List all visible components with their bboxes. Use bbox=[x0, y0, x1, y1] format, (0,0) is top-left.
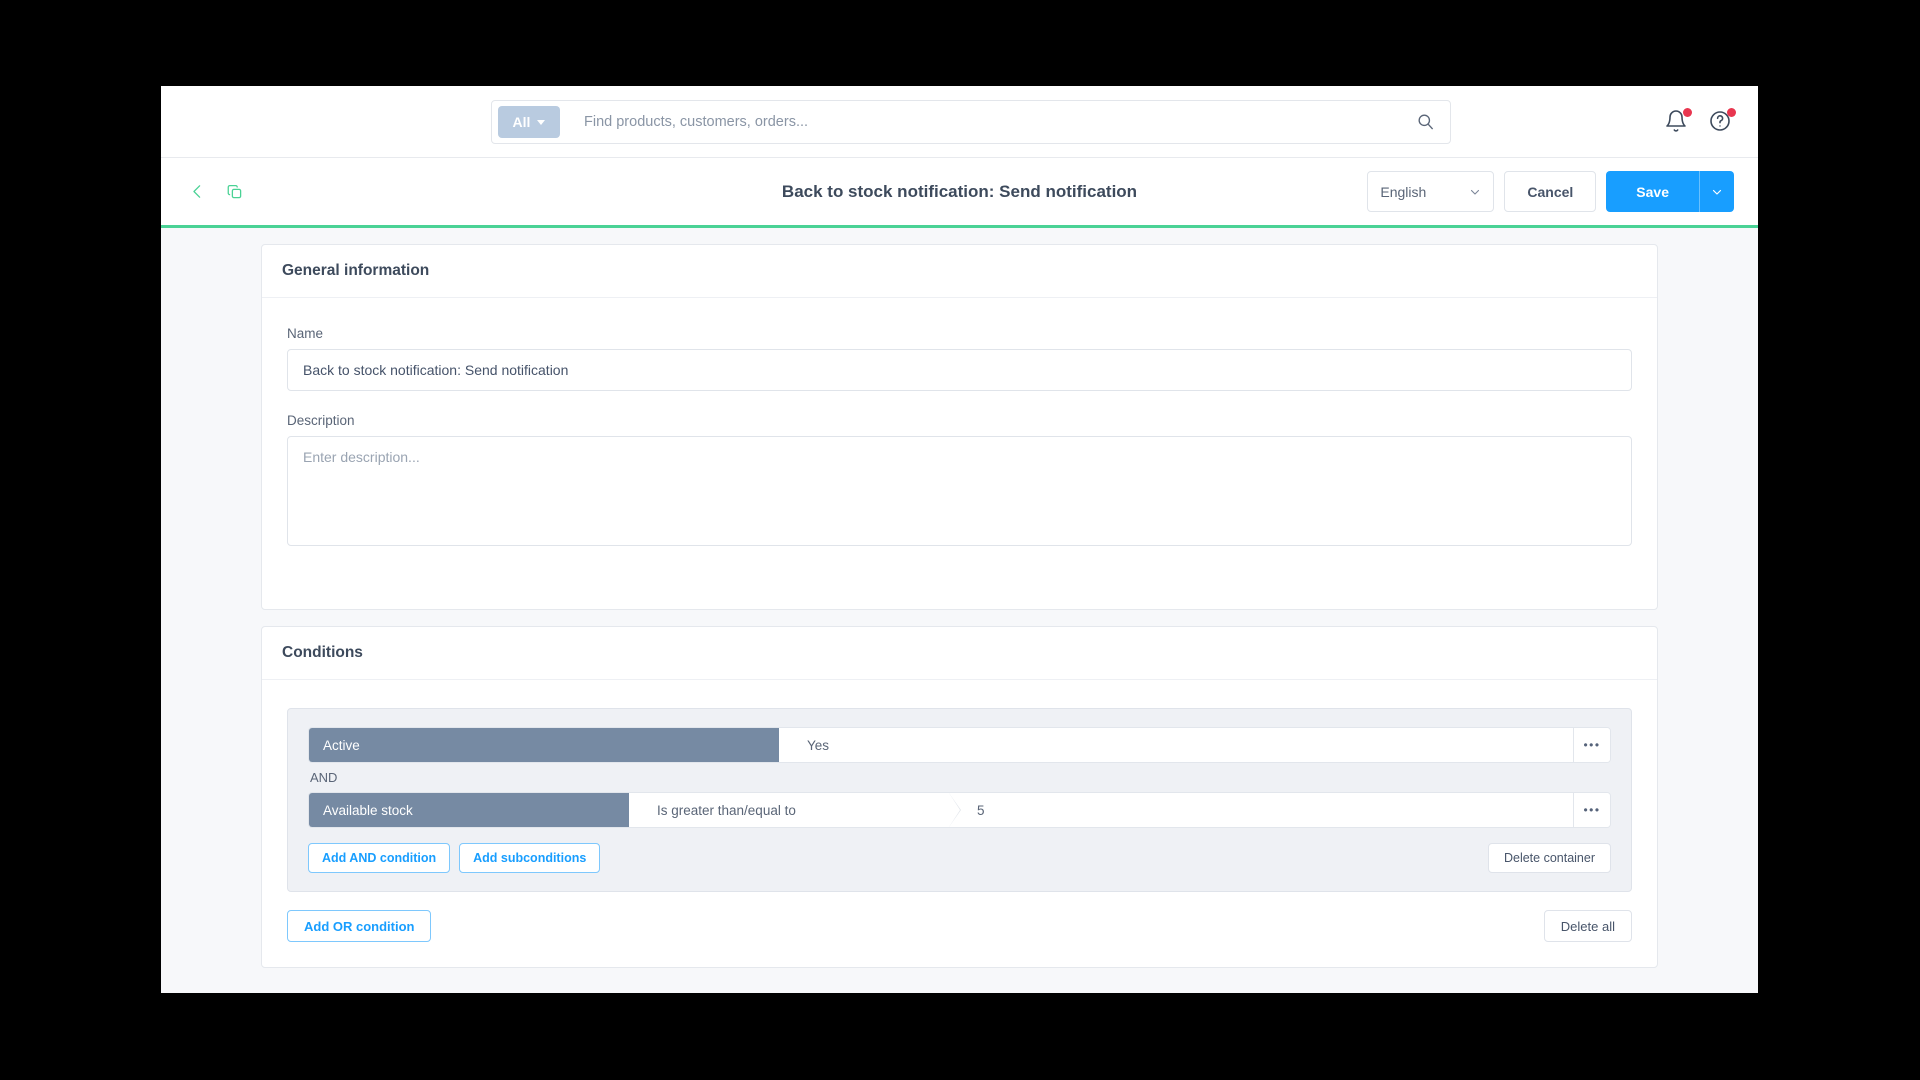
condition-value-selector[interactable]: Yes bbox=[779, 728, 1573, 762]
cancel-button[interactable]: Cancel bbox=[1504, 171, 1597, 212]
page-content: General information Name Description Con… bbox=[161, 228, 1758, 990]
condition-row: Available stock Is greater than/equal to… bbox=[308, 792, 1611, 828]
global-search-bar: All bbox=[491, 99, 1451, 144]
condition-container-actions: Add AND condition Add subconditions Dele… bbox=[308, 843, 1611, 873]
description-field-block: Description bbox=[287, 413, 1632, 551]
conditions-bottom-actions: Add OR condition Delete all bbox=[262, 910, 1657, 967]
language-selector[interactable]: English bbox=[1367, 171, 1495, 212]
save-options-button[interactable] bbox=[1699, 171, 1734, 212]
page-header-actions: English Cancel Save bbox=[1367, 171, 1734, 212]
condition-operator-label: Is greater than/equal to bbox=[657, 802, 796, 818]
conditions-heading: Conditions bbox=[262, 627, 1657, 680]
delete-container-button[interactable]: Delete container bbox=[1487, 843, 1611, 873]
help-button[interactable] bbox=[1708, 107, 1736, 135]
condition-container: Active Yes ••• AND Available stock Is gr… bbox=[287, 708, 1632, 892]
condition-value-label: Yes bbox=[807, 737, 830, 753]
condition-field-selector[interactable]: Active bbox=[309, 728, 792, 762]
chevron-down-icon bbox=[1471, 189, 1480, 195]
search-scope-label: All bbox=[512, 113, 531, 130]
notifications-button[interactable] bbox=[1664, 107, 1692, 135]
conditions-body: Active Yes ••• AND Available stock Is gr… bbox=[262, 680, 1657, 892]
add-or-condition-button[interactable]: Add OR condition bbox=[287, 910, 432, 942]
language-selector-value: English bbox=[1380, 183, 1427, 200]
description-textarea[interactable] bbox=[287, 436, 1632, 546]
name-label: Name bbox=[287, 326, 324, 341]
delete-all-conditions-button[interactable]: Delete all bbox=[1543, 910, 1632, 942]
condition-join-label: AND bbox=[310, 770, 338, 785]
global-topbar: All bbox=[161, 86, 1758, 158]
condition-row-menu-label: ••• bbox=[1583, 803, 1601, 817]
chevron-down-icon bbox=[537, 119, 546, 125]
general-information-body: Name Description bbox=[262, 298, 1657, 609]
save-button[interactable]: Save bbox=[1606, 171, 1699, 212]
add-subconditions-button[interactable]: Add subconditions bbox=[459, 843, 601, 873]
condition-value-selector[interactable]: 5 bbox=[949, 793, 1573, 827]
save-button-group: Save bbox=[1606, 171, 1734, 212]
condition-row-menu-button[interactable]: ••• bbox=[1573, 728, 1610, 762]
page-header-bar: Back to stock notification: Send notific… bbox=[161, 158, 1758, 228]
condition-field-selector[interactable]: Available stock bbox=[309, 793, 642, 827]
condition-row-menu-label: ••• bbox=[1583, 738, 1601, 752]
condition-field-label: Available stock bbox=[323, 802, 413, 818]
notification-badge bbox=[1683, 107, 1692, 117]
conditions-card: Conditions Active Yes ••• AND Available … bbox=[261, 626, 1658, 968]
condition-row: Active Yes ••• bbox=[308, 727, 1611, 763]
topbar-actions bbox=[1664, 107, 1736, 135]
copy-icon[interactable] bbox=[223, 180, 247, 204]
browser-viewport: All Find products, customers, orders... … bbox=[161, 86, 1758, 993]
chevron-down-icon bbox=[1712, 189, 1722, 195]
search-scope-selector[interactable]: All bbox=[498, 105, 560, 138]
name-field-block: Name bbox=[287, 326, 1632, 391]
general-information-card: General information Name Description bbox=[261, 244, 1658, 610]
condition-operator-selector[interactable]: Is greater than/equal to bbox=[629, 793, 961, 827]
add-and-condition-button[interactable]: Add AND condition bbox=[308, 843, 451, 873]
page-header-nav bbox=[185, 180, 247, 204]
search-icon[interactable] bbox=[1406, 103, 1444, 141]
condition-value-label: 5 bbox=[977, 802, 985, 818]
condition-field-label: Active bbox=[323, 737, 360, 753]
description-label: Description bbox=[287, 413, 355, 428]
condition-row-menu-button[interactable]: ••• bbox=[1573, 793, 1610, 827]
help-badge bbox=[1727, 107, 1736, 117]
search-input[interactable] bbox=[560, 113, 1406, 130]
general-information-heading: General information bbox=[262, 245, 1657, 298]
chevron-left-icon[interactable] bbox=[185, 180, 209, 204]
name-input[interactable] bbox=[287, 349, 1632, 391]
